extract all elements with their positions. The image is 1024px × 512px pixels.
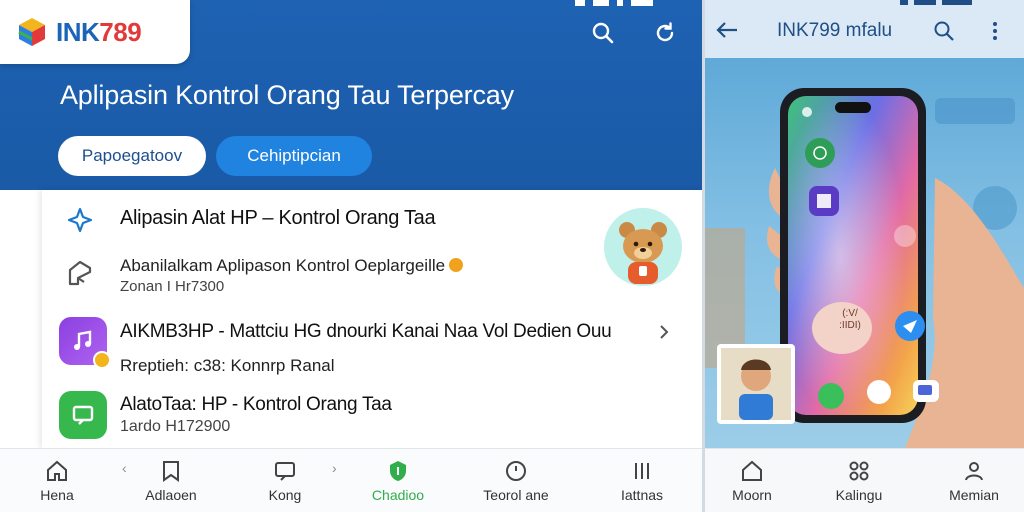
preview-header: INK799 mfalu [705,0,1024,58]
hand-holding-phone-illustration [705,88,1024,448]
badge-icon [93,351,111,369]
more-vertical-icon[interactable] [991,20,999,42]
shield-outline-icon [64,256,96,288]
nav-profile[interactable]: Memian [939,449,1009,512]
nav-label: Kong [268,487,302,503]
nav-next-arrow[interactable]: › [332,460,337,476]
primary-pill-button[interactable]: Papoegatoov [58,136,206,176]
chevron-right-icon[interactable] [656,322,672,342]
search-icon[interactable] [933,20,955,42]
nav-saved[interactable]: Adlaoen [132,449,210,512]
person-icon [965,462,983,481]
nav-label: Hena [40,487,74,503]
status-bar [900,0,972,5]
brand-logo[interactable]: INK789 [0,0,190,64]
phone-photo: (:V/ :IIDI) [705,58,1024,448]
clock-icon [506,461,526,481]
bars-icon [635,463,649,479]
sparkle-icon [66,206,94,234]
grid-icon [849,461,869,481]
nav-home[interactable]: Hena [28,449,86,512]
nav-history[interactable]: Teorol ane [470,449,562,512]
nav-prev-arrow[interactable]: ‹ [122,460,127,476]
list-item-title: Alipasin Alat HP – Kontrol Orang Taa [120,207,436,229]
nav-categories[interactable]: Kalingu [829,449,889,512]
nav-menu[interactable]: Iattnas [606,449,678,512]
nav-label: Moorn [732,487,772,503]
list-item-meta: 1ardo H172900 [120,418,231,435]
bottom-nav: Hena Adlaoen Kong Chadioo Teorol ane Iat… [0,448,702,512]
list-item-title: AlatoTaa: HP - Kontrol Orang Taa [120,394,392,415]
list-item-subtitle: Abanilalkam Aplipason Kontrol Oeplargeil… [120,256,464,276]
phone-widget-text: (:V/ :IIDI) [839,308,861,331]
hero-title: Aplipasin Kontrol Orang Tau Terpercay [60,80,514,110]
list-item-subtitle: Rreptieh: c38: Konnrp Ranal [120,356,335,375]
app-list: Alipasin Alat HP – Kontrol Orang Taa Aba… [42,190,702,448]
cube-logo-icon [18,17,46,47]
screen: Aplipasin Kontrol Orang Tau Terpercay Pa… [0,0,1024,512]
nav-control-active[interactable]: Chadioo [364,449,432,512]
status-bar [575,0,653,6]
bookmark-icon [163,461,179,482]
nav-label: Chadioo [371,487,425,503]
list-item-meta: Zonan I Hr7300 [120,278,225,295]
verified-badge-icon [449,257,464,272]
nav-label: Teorol ane [483,487,549,503]
home-icon [47,460,67,481]
chat-app-icon [59,391,107,439]
list-item-title: AIKMB3HP - Mattciu HG dnourki Kanai Naa … [120,321,612,342]
refresh-icon[interactable] [650,18,680,48]
message-icon [275,462,295,481]
secondary-pill-button[interactable]: Cehiptipcian [216,136,372,176]
preview-title: INK799 mfalu [777,20,893,41]
nav-chat[interactable]: Kong [254,449,316,512]
preview-panel: INK799 mfalu (:V/:IIDI) Moorn Kalingu M… [705,0,1024,512]
bear-avatar [604,208,682,286]
nav-label: Kalingu [835,487,883,503]
nav-label: Adlaoen [145,487,197,503]
search-icon[interactable] [588,18,618,48]
preview-bottom-nav: Moorn Kalingu Memian [705,448,1024,512]
home-outline-icon [742,460,762,481]
brand-name: INK789 [56,16,142,47]
nav-label: Memian [949,487,999,503]
shield-icon [390,461,406,481]
back-arrow-icon[interactable] [715,20,739,40]
nav-home[interactable]: Moorn [725,449,779,512]
music-app-icon [59,317,111,369]
main-panel: Aplipasin Kontrol Orang Tau Terpercay Pa… [0,0,702,512]
nav-label: Iattnas [620,487,664,503]
